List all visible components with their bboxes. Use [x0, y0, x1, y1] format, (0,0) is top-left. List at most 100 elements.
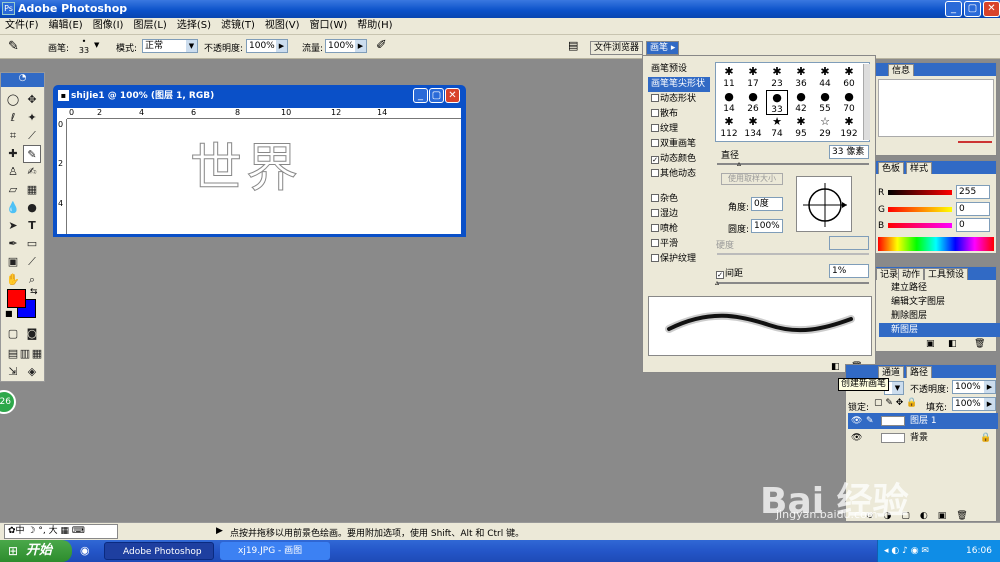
eye-icon[interactable]: 👁 [851, 430, 862, 446]
foreground-color-swatch[interactable] [7, 289, 26, 308]
checkbox-icon[interactable] [651, 209, 659, 217]
brush-setting-item[interactable]: 湿边 [648, 207, 710, 222]
dodge-tool-icon[interactable]: ● [23, 199, 41, 217]
brush-tip[interactable]: ☆ 29 [814, 115, 836, 140]
tab-channels[interactable]: 通道 [878, 366, 905, 378]
checkbox-icon[interactable] [651, 254, 659, 262]
r-slider[interactable] [888, 190, 952, 195]
badge[interactable]: 26 [0, 390, 16, 414]
brush-preview[interactable]: • 33 [78, 37, 90, 55]
history-item-selected[interactable]: 新图层 [879, 323, 1000, 337]
gradient-tool-icon[interactable]: ▦ [23, 181, 41, 199]
tab-brushes[interactable]: 画笔 ▸ [646, 41, 680, 55]
magic-wand-tool-icon[interactable]: ✦ [23, 109, 41, 127]
checkbox-icon[interactable]: ✓ [651, 156, 659, 164]
new-document-icon[interactable]: ◧ [948, 339, 957, 349]
spacing-input[interactable]: 1% [829, 264, 869, 278]
angle-input[interactable]: 0度 [751, 197, 783, 211]
g-input[interactable]: 0 [956, 202, 990, 216]
fill-input[interactable]: 100% ▶ [952, 397, 996, 411]
move-tool-icon[interactable]: ✥ [23, 91, 41, 109]
standard-mode-icon[interactable]: ▢ [4, 325, 22, 343]
brush-tip[interactable]: ✱ 11 [718, 65, 740, 90]
tab-tool-presets[interactable]: 工具预设 [924, 268, 969, 280]
brush-setting-item[interactable]: 杂色 [648, 192, 710, 207]
brush-tip[interactable]: ★ 74 [766, 115, 788, 140]
clone-stamp-tool-icon[interactable]: ♙ [4, 163, 22, 181]
tab-paths[interactable]: 路径 [906, 366, 933, 378]
tab-styles[interactable]: 样式 [906, 162, 933, 174]
brush-tip-grid[interactable]: ✱ 11 ✱ 17 ✱ 23 ✱ 36 ✱ 44 ✱ 60 ● 14 ● 26 ● 33 ● 42 ● 55 ● 70 ✱ 112… [715, 62, 870, 142]
tray-icons[interactable]: ◂ ◐ ♪ ◉ ✉ [884, 540, 929, 562]
lasso-tool-icon[interactable]: ℓ [4, 109, 22, 127]
eye-icon[interactable]: 👁 [851, 413, 862, 429]
roundness-input[interactable]: 100% [751, 219, 783, 233]
brush-setting-item[interactable]: 散布 [648, 107, 710, 122]
maximize-button[interactable]: ▢ [964, 1, 981, 17]
imageready-icon[interactable]: ◈ [23, 363, 41, 381]
brush-tip[interactable]: ● 26 [742, 90, 764, 115]
brush-tip[interactable]: ✱ 192 [838, 115, 860, 140]
brush-setting-item[interactable]: 保护纹理 [648, 252, 710, 267]
checkbox-icon[interactable] [651, 109, 659, 117]
swap-colors-icon[interactable]: ⇆ [30, 287, 38, 297]
brush-tip[interactable]: ● 33 [766, 90, 788, 115]
blur-tool-icon[interactable]: 💧 [4, 199, 22, 217]
b-input[interactable]: 0 [956, 218, 990, 232]
menu-file[interactable]: 文件(F) [0, 18, 44, 34]
jump-to-imageready-icon[interactable]: ⇲ [4, 363, 22, 381]
brush-tip[interactable]: ✱ 23 [766, 65, 788, 90]
brush-tip[interactable]: ● 55 [814, 90, 836, 115]
brush-tip[interactable]: ✱ 44 [814, 65, 836, 90]
brush-setting-item[interactable]: 喷枪 [648, 222, 710, 237]
brush-tool-icon[interactable]: ✎ [8, 39, 19, 54]
brush-tip[interactable]: ✱ 112 [718, 115, 740, 140]
task-photoshop[interactable]: Adobe Photoshop [104, 542, 214, 560]
task-paint[interactable]: xj19.JPG - 画图 [220, 542, 330, 560]
g-slider[interactable] [888, 207, 952, 212]
spacing-checkbox[interactable]: ✓ 间距 [716, 266, 743, 279]
airbrush-icon[interactable]: ✐ [376, 38, 387, 53]
menu-window[interactable]: 窗口(W) [305, 18, 353, 34]
checkbox-icon[interactable] [651, 124, 659, 132]
brush-picker-arrow-icon[interactable]: ▼ [94, 41, 99, 49]
b-slider[interactable] [888, 223, 952, 228]
brush-setting-item[interactable]: 画笔预设 [648, 62, 710, 77]
brush-tip[interactable]: ✱ 60 [838, 65, 860, 90]
ime-toolbar[interactable]: ✿中 ☽ °, 大 ▦ ⌨ [4, 524, 118, 539]
pen-tool-icon[interactable]: ✒ [4, 235, 22, 253]
doc-maximize-button[interactable]: ▢ [429, 88, 444, 103]
brush-tool-icon[interactable]: ✎ [23, 145, 41, 163]
menu-image[interactable]: 图像(I) [88, 18, 129, 34]
palette-well-icon[interactable]: ▤ [568, 39, 578, 52]
doc-minimize-button[interactable]: _ [413, 88, 428, 103]
brush-tip[interactable]: ✱ 17 [742, 65, 764, 90]
history-item[interactable]: 编辑文字图层 [879, 295, 1000, 309]
slider-thumb-icon[interactable]: ▵ [715, 278, 719, 287]
screen-mode-full-icon[interactable]: ▦ [28, 345, 46, 363]
angle-roundness-widget[interactable] [796, 176, 852, 232]
brush-tip[interactable]: ✱ 95 [790, 115, 812, 140]
tab-file-browser[interactable]: 文件浏览器 [590, 41, 644, 55]
menu-filter[interactable]: 滤镜(T) [216, 18, 260, 34]
crop-tool-icon[interactable]: ⌗ [4, 127, 22, 145]
brush-tip[interactable]: ● 42 [790, 90, 812, 115]
menu-layer[interactable]: 图层(L) [128, 18, 171, 34]
type-tool-icon[interactable]: T [23, 217, 41, 235]
tab-swatches[interactable]: 色板 [878, 162, 905, 174]
eyedropper-tool-icon[interactable]: ⟋ [23, 253, 41, 271]
color-ramp[interactable] [878, 237, 994, 251]
layer-row[interactable]: 👁 背景 🔒 [848, 430, 998, 446]
slice-tool-icon[interactable]: ⟋ [23, 127, 41, 145]
brush-tip[interactable]: ✱ 134 [742, 115, 764, 140]
shape-tool-icon[interactable]: ▭ [23, 235, 41, 253]
doc-close-button[interactable]: ✕ [445, 88, 460, 103]
marquee-tool-icon[interactable]: ◯ [4, 91, 22, 109]
menu-select[interactable]: 选择(S) [172, 18, 216, 34]
quicklaunch-icon[interactable]: ◉ [80, 544, 90, 557]
healing-brush-tool-icon[interactable]: ✚ [4, 145, 22, 163]
flow-input[interactable]: 100% ▶ [325, 39, 367, 53]
lock-icons[interactable]: ▢ ✎ ✥ 🔒 [874, 398, 917, 408]
history-item[interactable]: 删除图层 [879, 309, 1000, 323]
hand-tool-icon[interactable]: ✋ [4, 271, 22, 289]
